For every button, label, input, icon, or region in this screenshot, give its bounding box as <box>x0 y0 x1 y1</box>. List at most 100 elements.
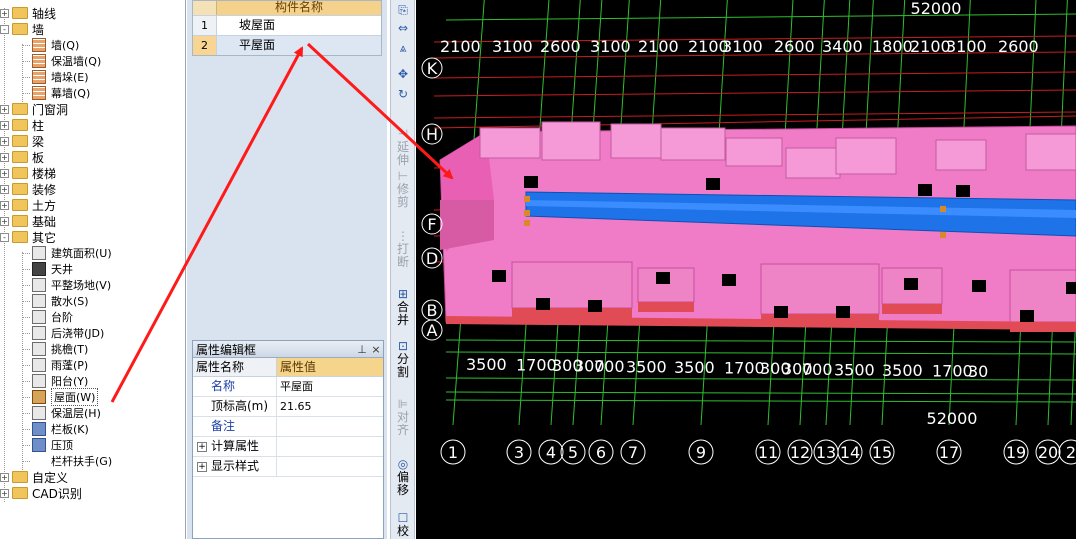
expand-icon[interactable]: + <box>0 8 9 18</box>
grid-row-2[interactable]: 2 平屋面 <box>193 35 381 55</box>
tree-branch <box>22 300 30 302</box>
property-value[interactable] <box>277 417 383 436</box>
axis-number: 4 <box>546 443 556 462</box>
expand-icon[interactable]: + <box>0 120 9 130</box>
expand-icon[interactable]: + <box>0 200 9 210</box>
expand-icon[interactable]: + <box>0 104 9 114</box>
toolbar-button[interactable]: ◎ 偏移 <box>391 458 415 497</box>
axis-number: 1 <box>448 443 458 462</box>
toolbar-button[interactable]: ⊡ 分割 <box>391 340 415 379</box>
tree-item[interactable]: - 其它 <box>0 229 56 245</box>
tree-item[interactable]: 台阶 <box>22 309 73 325</box>
tree-item[interactable]: 压顶 <box>22 437 73 453</box>
toolbar-button[interactable]: ⊢ 修剪 <box>391 170 415 209</box>
expand-icon[interactable]: + <box>0 184 9 194</box>
tree-item[interactable]: 雨蓬(P) <box>22 357 88 373</box>
toolbar-button[interactable]: ⋮ 打断 <box>391 230 415 269</box>
property-name-text: 顶标高(m) <box>211 399 269 413</box>
expand-icon[interactable]: + <box>197 461 207 472</box>
row-name[interactable]: 平屋面 <box>217 36 381 55</box>
tree-item[interactable]: 建筑面积(U) <box>22 245 112 261</box>
component-tree[interactable]: + 轴线 - 墙墙(Q) 保温墙(Q) 墙垛(E) 幕墙(Q) + 门窗洞 + 柱 + 梁 + 板 + 楼梯 + 装… <box>0 0 186 539</box>
pan-icon[interactable]: ✥ <box>391 68 415 81</box>
row-name[interactable]: 坡屋面 <box>217 16 381 35</box>
expand-icon[interactable]: + <box>0 488 9 498</box>
property-value[interactable] <box>277 457 383 476</box>
expand-icon[interactable]: + <box>0 472 9 482</box>
tree-item[interactable]: + 门窗洞 <box>0 101 68 117</box>
property-row[interactable]: + 计算属性 <box>193 437 383 457</box>
roof-parapet <box>785 147 841 179</box>
tree-item-label: 梁 <box>32 134 45 149</box>
move-icon[interactable]: ⇔ <box>391 22 415 35</box>
tree-item[interactable]: 挑檐(T) <box>22 341 88 357</box>
property-name: + 显示样式 <box>193 457 277 476</box>
mirror-icon[interactable]: ⩓ <box>391 42 415 55</box>
axis-number: 17 <box>939 443 959 462</box>
tree-item[interactable]: 平整场地(V) <box>22 277 111 293</box>
tree-item[interactable]: 保温墙(Q) <box>22 53 101 69</box>
property-value[interactable] <box>277 437 383 456</box>
tree-item[interactable]: + 基础 <box>0 213 56 229</box>
tree-item[interactable]: + 轴线 <box>0 5 56 21</box>
grid-row-1[interactable]: 1 坡屋面 <box>193 15 381 35</box>
expand-icon[interactable]: + <box>197 441 207 452</box>
tree-item[interactable]: 幕墙(Q) <box>22 85 90 101</box>
collapse-icon[interactable]: - <box>0 232 9 242</box>
tree-item[interactable]: + 自定义 <box>0 469 68 485</box>
tree-branch <box>22 284 30 286</box>
rotate-icon[interactable]: ↻ <box>391 88 415 101</box>
tree-branch <box>22 460 30 462</box>
tree-item[interactable]: 栏杆扶手(G) <box>22 453 112 469</box>
window <box>904 278 918 290</box>
axis-number: 15 <box>872 443 892 462</box>
component-name-grid[interactable]: 构件名称 1 坡屋面 2 平屋面 <box>192 0 382 56</box>
tree-item[interactable]: 栏板(K) <box>22 421 89 437</box>
toolbar-button-char: 剪 <box>396 195 409 209</box>
tree-item[interactable]: + 柱 <box>0 117 44 133</box>
toolbar-button[interactable]: ⊞ 合并 <box>391 288 415 327</box>
property-value[interactable]: 平屋面 <box>277 377 383 396</box>
tree-item[interactable]: 墙垛(E) <box>22 69 89 85</box>
property-row[interactable]: 备注 <box>193 417 383 437</box>
tree-item[interactable]: + 装修 <box>0 181 56 197</box>
tree-item[interactable]: 后浇带(JD) <box>22 325 104 341</box>
toolbar-button[interactable]: ☐ 校 <box>391 512 415 538</box>
property-row[interactable]: 名称 平屋面 <box>193 377 383 397</box>
close-icon[interactable]: × <box>369 343 383 356</box>
pin-icon[interactable]: ⊥ <box>355 343 369 356</box>
toolbar-button[interactable]: ⊫ 对齐 <box>391 398 415 437</box>
property-row[interactable]: + 显示样式 <box>193 457 383 477</box>
property-value[interactable]: 21.65 <box>277 397 383 416</box>
tree-item[interactable]: 墙(Q) <box>22 37 79 53</box>
property-row[interactable]: 顶标高(m) 21.65 <box>193 397 383 417</box>
tree-item[interactable]: 保温层(H) <box>22 405 101 421</box>
wall-icon <box>32 86 46 100</box>
expand-icon[interactable]: + <box>0 136 9 146</box>
expand-icon[interactable]: + <box>0 216 9 226</box>
tree-item[interactable]: 屋面(W) <box>22 388 99 406</box>
tree-item[interactable]: + 土方 <box>0 197 56 213</box>
tree-branch <box>22 428 30 430</box>
collapse-icon[interactable]: - <box>0 24 9 34</box>
viewport-canvas[interactable]: 1 3 4 5 6 7 9 11 12 13 14 15 17 19 20 2KHFDBA2100 3100 26… <box>416 0 1076 539</box>
toolbar-button[interactable]: ⊣ 延伸 <box>391 128 415 167</box>
tree-item[interactable]: -墙 <box>0 21 44 37</box>
tree-item[interactable]: + 楼梯 <box>0 165 56 181</box>
wall-icon <box>32 54 46 68</box>
tree-item[interactable]: 阳台(Y) <box>22 373 88 389</box>
tree-item-label: 楼梯 <box>32 166 57 181</box>
tree-item[interactable]: + 板 <box>0 149 44 165</box>
bottom-total-dimension: 52000 <box>927 409 978 428</box>
tree-item[interactable]: + CAD识别 <box>0 485 82 501</box>
tree-item[interactable]: 天井 <box>22 261 73 277</box>
3d-viewport[interactable]: 1 3 4 5 6 7 9 11 12 13 14 15 17 19 20 2 K H F D B A 2100 3100 26… <box>416 0 1076 539</box>
tree-item[interactable]: + 梁 <box>0 133 44 149</box>
copy-icon[interactable]: ⎘ <box>391 4 415 17</box>
tree-item[interactable]: 散水(S) <box>22 293 89 309</box>
expand-icon[interactable]: + <box>0 152 9 162</box>
window <box>722 274 736 286</box>
component-icon <box>32 294 46 308</box>
tree-branch <box>22 76 30 78</box>
expand-icon[interactable]: + <box>0 168 9 178</box>
